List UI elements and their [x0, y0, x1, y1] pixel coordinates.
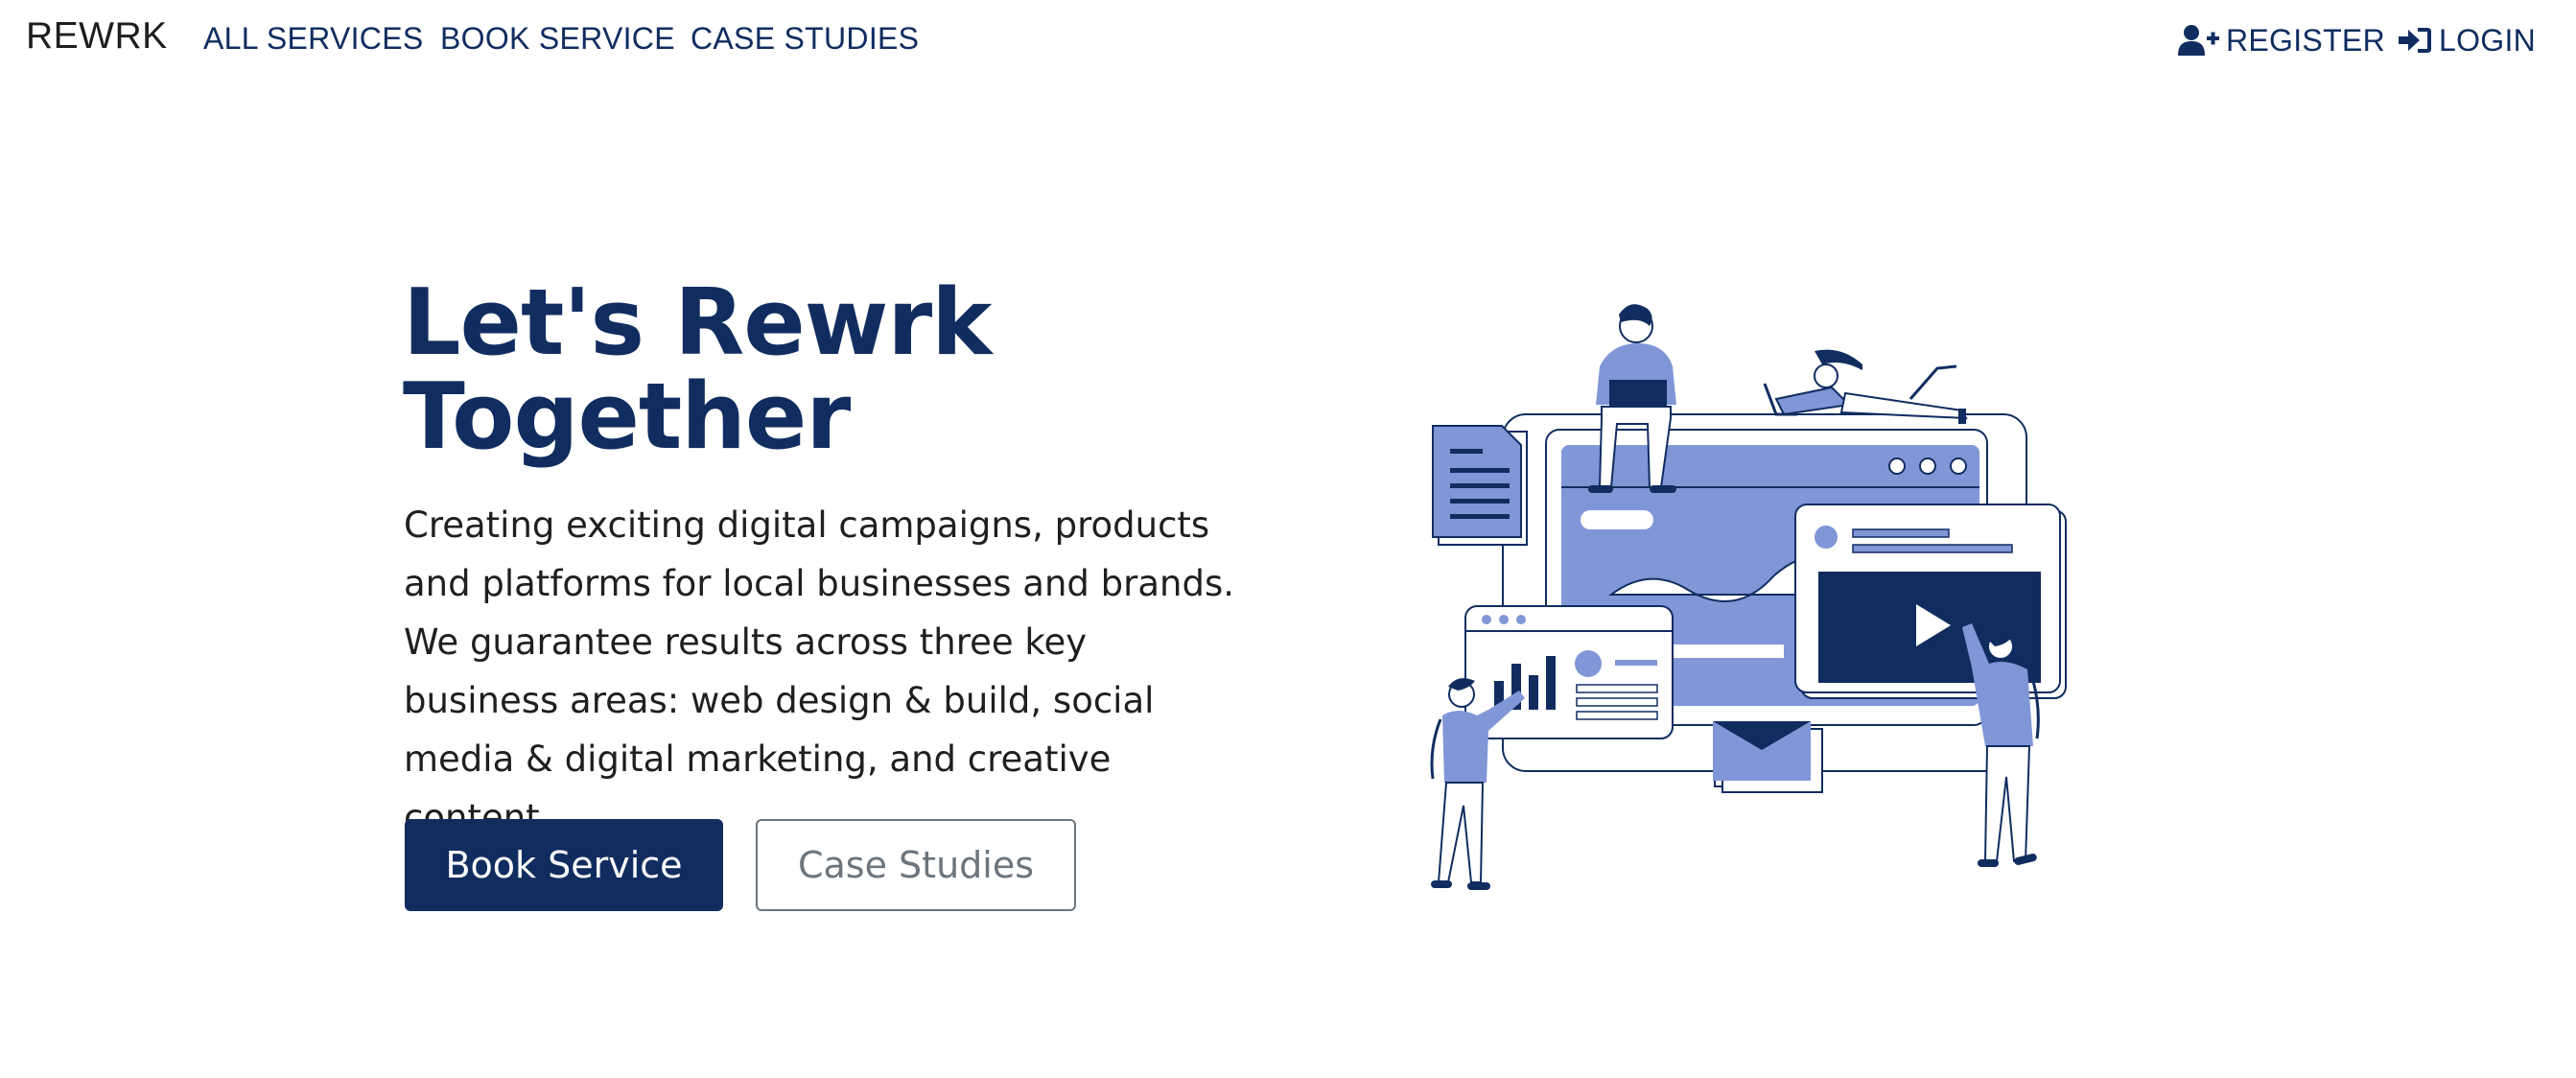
brand-logo[interactable]: REWRK	[26, 15, 168, 58]
nav-link-case-studies[interactable]: CASE STUDIES	[691, 21, 919, 57]
sign-in-icon	[2399, 28, 2431, 53]
register-link[interactable]: REGISTER	[2178, 19, 2385, 61]
hero-title-line-1: Let's Rewrk	[403, 270, 992, 376]
hero-illustration	[1430, 304, 2067, 890]
login-label: LOGIN	[2439, 22, 2537, 58]
book-service-button[interactable]: Book Service	[405, 819, 723, 911]
hero-description: Creating exciting digital campaigns, pro…	[404, 504, 1235, 838]
hero-title-line-2: Together	[403, 364, 851, 470]
case-studies-button[interactable]: Case Studies	[756, 819, 1076, 911]
user-plus-icon	[2178, 25, 2219, 56]
nav-link-all-services[interactable]: ALL SERVICES	[203, 21, 424, 57]
nav-link-book-service[interactable]: BOOK SERVICE	[440, 21, 675, 57]
register-label: REGISTER	[2226, 22, 2385, 58]
navbar: REWRK ALL SERVICES BOOK SERVICE CASE STU…	[0, 0, 2576, 81]
hero-title: Let's Rewrk Together	[403, 276, 1132, 464]
login-link[interactable]: LOGIN	[2399, 19, 2536, 61]
